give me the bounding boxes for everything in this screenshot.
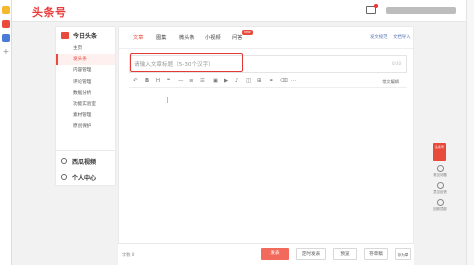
publish-button[interactable]: 发表 — [261, 248, 289, 260]
bold-icon[interactable]: B — [145, 77, 149, 86]
save-as-draft-button[interactable]: 存为草稿 — [395, 248, 411, 260]
publishing-rules-link[interactable]: 发文规范 — [370, 34, 388, 40]
import-document-link[interactable]: 文档导入 — [393, 34, 411, 40]
editor-panel: 文章 图集 微头条 小视频 问答 new 发文规范 文档导入 0/30 ↶ B … — [118, 26, 414, 265]
schedule-publish-button[interactable]: 定时发表 — [296, 248, 326, 260]
word-count: 字数 0 — [122, 252, 135, 257]
sidebar-item-original[interactable]: 原创保护 — [56, 121, 115, 132]
bottom-action-bar: 字数 0 发表 定时发表 预览 存草稿 存为草稿 — [118, 243, 414, 265]
toolbar-mode-toggle[interactable]: 常文编辑 — [382, 77, 399, 86]
title-input[interactable] — [134, 59, 334, 70]
toutiao-side-tag[interactable]: 头条号 — [433, 143, 446, 161]
toutiao-logo-icon — [61, 31, 69, 39]
tab-short-video[interactable]: 小视频 — [205, 34, 221, 41]
undo-icon[interactable]: ↶ — [133, 77, 138, 86]
side-tag-label: 头条号 — [434, 145, 444, 149]
sidebar-item-comments[interactable]: 评论管理 — [56, 77, 115, 88]
sidebar-section-label: 个人中心 — [72, 174, 97, 182]
sidebar-item-content[interactable]: 内容管理 — [56, 65, 115, 76]
sidebar-section-xigua[interactable]: 西瓜视频 — [56, 153, 115, 169]
red-app-icon[interactable] — [2, 20, 10, 28]
tab-qa[interactable]: 问答 — [232, 34, 242, 41]
back-to-top-label: 回到顶部 — [433, 207, 447, 211]
faq-tool[interactable]: 常见问题 — [432, 165, 448, 177]
sidebar-item-analytics[interactable]: 数据分析 — [56, 88, 115, 99]
sidebar-item-lab[interactable]: 功能实验室 — [56, 99, 115, 110]
title-char-count: 0/30 — [392, 61, 401, 66]
sidebar-item-materials[interactable]: 素材管理 — [56, 110, 115, 121]
vote-icon[interactable]: ◫ — [246, 77, 251, 86]
video-icon[interactable]: ▶ — [224, 77, 228, 86]
arrow-up-icon — [436, 199, 444, 206]
sidebar-section-toutiao[interactable]: 今日头条 — [56, 27, 115, 43]
user-icon — [61, 174, 67, 180]
preview-button[interactable]: 预览 — [333, 248, 357, 260]
sidebar-lower: 西瓜视频 个人中心 — [55, 150, 116, 186]
editor-toolbar: ↶ B H ❝ — ≡ ☰ ▣ ▶ ♪ ◫ ⊞ ⚭ ⌫ ⋯ 常文编辑 — [129, 76, 407, 88]
add-icon[interactable]: + — [2, 48, 10, 56]
right-scrollbar[interactable] — [466, 0, 474, 265]
browser-side-strip: + — [0, 0, 12, 265]
insert-icon[interactable]: ⊞ — [257, 77, 262, 86]
top-bar: 头条号 — [12, 0, 474, 22]
user-name-redacted[interactable] — [386, 7, 456, 14]
image-icon[interactable]: ▣ — [213, 77, 218, 86]
tab-article[interactable]: 文章 — [133, 34, 143, 41]
sidebar-item-publish[interactable]: 发头条 — [56, 54, 115, 66]
tab-gallery[interactable]: 图集 — [156, 34, 166, 41]
quote-icon[interactable]: ❝ — [167, 77, 170, 86]
mail-icon[interactable] — [366, 4, 378, 14]
app-launcher-icon[interactable] — [2, 6, 10, 14]
content-type-tabs: 文章 图集 微头条 小视频 问答 new 发文规范 文档导入 — [119, 27, 413, 49]
sidebar-section-profile[interactable]: 个人中心 — [56, 169, 115, 185]
faq-label: 常见问题 — [433, 173, 447, 177]
new-badge: new — [242, 30, 253, 35]
brand-logo[interactable]: 头条号 — [32, 4, 67, 20]
headset-icon — [436, 182, 444, 189]
title-field[interactable]: 0/30 — [129, 55, 407, 73]
video-icon — [61, 158, 67, 164]
tab-micro-post[interactable]: 微头条 — [179, 34, 195, 41]
app-window: + 头条号 今日头条 主页 发头条 内容管理 评论管理 数据分析 功能实验室 素… — [0, 0, 474, 265]
back-to-top-tool[interactable]: 回到顶部 — [432, 199, 448, 211]
feedback-label: 意见反馈 — [433, 190, 447, 194]
feedback-tool[interactable]: 意见反馈 — [432, 182, 448, 194]
link-icon[interactable]: ⚭ — [269, 77, 274, 86]
heading-icon[interactable]: H — [156, 77, 160, 86]
unordered-list-icon[interactable]: ☰ — [200, 77, 205, 86]
clear-format-icon[interactable]: ⌫ — [280, 77, 288, 86]
more-icon[interactable]: ⋯ — [291, 77, 296, 86]
sidebar-section-label: 西瓜视频 — [72, 158, 97, 166]
notification-dot — [374, 4, 378, 8]
question-icon — [436, 165, 444, 172]
blue-app-icon[interactable] — [2, 34, 10, 42]
text-cursor — [167, 97, 168, 103]
save-draft-button[interactable]: 存草稿 — [364, 248, 388, 260]
audio-icon[interactable]: ♪ — [235, 77, 238, 86]
ordered-list-icon[interactable]: ≡ — [189, 77, 194, 86]
divider-icon[interactable]: — — [178, 77, 183, 86]
sidebar-item-home[interactable]: 主页 — [56, 43, 115, 54]
sidebar-section-label: 今日头条 — [73, 32, 98, 40]
